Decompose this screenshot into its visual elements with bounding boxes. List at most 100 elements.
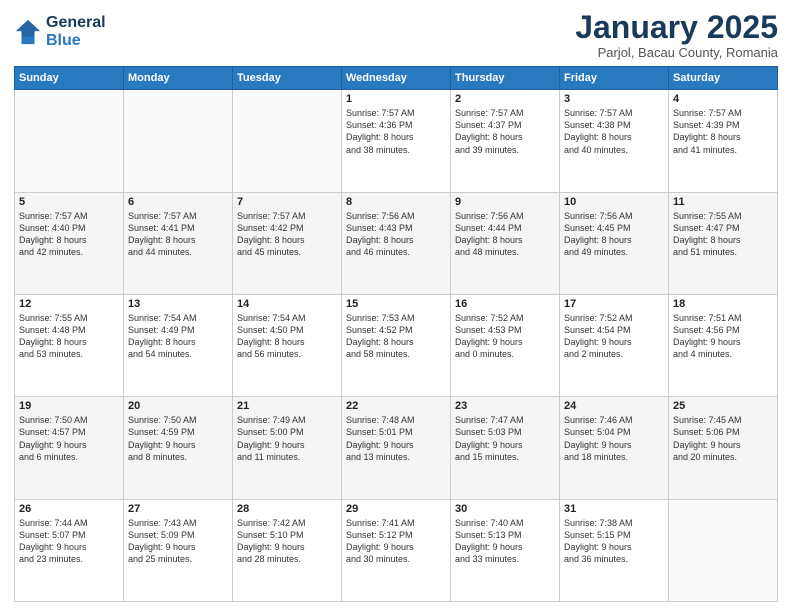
logo-general: General: [46, 14, 106, 32]
calendar-cell: 9Sunrise: 7:56 AM Sunset: 4:44 PM Daylig…: [451, 192, 560, 294]
calendar-cell: 7Sunrise: 7:57 AM Sunset: 4:42 PM Daylig…: [233, 192, 342, 294]
calendar-cell: 23 Sunrise: 7:47 AM Sunset: 5:03 PM Dayli…: [451, 397, 560, 499]
cell-date-number: 17: [564, 298, 664, 310]
cell-info-text: Sunrise: 7:52 AM Sunset: 4:53 PM Dayligh…: [455, 312, 555, 361]
cell-date-number: 24: [564, 400, 664, 412]
calendar-cell: 4Sunrise: 7:57 AM Sunset: 4:39 PM Daylig…: [669, 90, 778, 192]
cell-date-number: 22: [346, 400, 446, 412]
calendar-cell: 3Sunrise: 7:57 AM Sunset: 4:38 PM Daylig…: [560, 90, 669, 192]
cell-info-text: Sunrise: 7:56 AM Sunset: 4:43 PM Dayligh…: [346, 210, 446, 259]
logo-icon: [14, 18, 42, 46]
cell-info-text: Sunrise: 7:57 AM Sunset: 4:41 PM Dayligh…: [128, 210, 228, 259]
calendar-cell: 19Sunrise: 7:50 AM Sunset: 4:57 PM Dayli…: [15, 397, 124, 499]
cell-info-text: Sunrise: 7:48 AM Sunset: 5:01 PM Dayligh…: [346, 414, 446, 463]
col-header-saturday: Saturday: [669, 67, 778, 90]
cell-info-text: Sunrise: 7:56 AM Sunset: 4:45 PM Dayligh…: [564, 210, 664, 259]
cell-info-text: Sunrise: 7:46 AM Sunset: 5:04 PM Dayligh…: [564, 414, 664, 463]
week-row-2: 5 Sunrise: 7:57 AM Sunset: 4:40 PM Daylig…: [15, 192, 778, 294]
cell-date-number: 15: [346, 298, 446, 310]
calendar-cell: [15, 90, 124, 192]
cell-date-number: 11: [673, 196, 773, 208]
cell-info-text: Sunrise: 7:51 AM Sunset: 4:56 PM Dayligh…: [673, 312, 773, 361]
cell-info-text: Sunrise: 7:38 AM Sunset: 5:15 PM Dayligh…: [564, 517, 664, 566]
cell-info-text: Sunrise: 7:41 AM Sunset: 5:12 PM Dayligh…: [346, 517, 446, 566]
logo-blue: Blue: [46, 32, 106, 50]
calendar-cell: 15 Sunrise: 7:53 AM Sunset: 4:52 PM Dayli…: [342, 294, 451, 396]
week-row-3: 12Sunrise: 7:55 AM Sunset: 4:48 PM Dayli…: [15, 294, 778, 396]
cell-date-number: 21: [237, 400, 337, 412]
cell-date-number: 13: [128, 298, 228, 310]
cell-info-text: Sunrise: 7:57 AM Sunset: 4:39 PM Dayligh…: [673, 107, 773, 156]
cell-info-text: Sunrise: 7:54 AM Sunset: 4:50 PM Dayligh…: [237, 312, 337, 361]
calendar-cell: 5 Sunrise: 7:57 AM Sunset: 4:40 PM Daylig…: [15, 192, 124, 294]
calendar-cell: 22 Sunrise: 7:48 AM Sunset: 5:01 PM Dayli…: [342, 397, 451, 499]
cell-info-text: Sunrise: 7:42 AM Sunset: 5:10 PM Dayligh…: [237, 517, 337, 566]
calendar-cell: 21Sunrise: 7:49 AM Sunset: 5:00 PM Dayli…: [233, 397, 342, 499]
calendar-cell: [669, 499, 778, 601]
calendar-cell: 17 Sunrise: 7:52 AM Sunset: 4:54 PM Dayli…: [560, 294, 669, 396]
cell-info-text: Sunrise: 7:54 AM Sunset: 4:49 PM Dayligh…: [128, 312, 228, 361]
cell-date-number: 16: [455, 298, 555, 310]
cell-info-text: Sunrise: 7:50 AM Sunset: 4:59 PM Dayligh…: [128, 414, 228, 463]
calendar-cell: 18 Sunrise: 7:51 AM Sunset: 4:56 PM Dayli…: [669, 294, 778, 396]
calendar-header-row: SundayMondayTuesdayWednesdayThursdayFrid…: [15, 67, 778, 90]
cell-info-text: Sunrise: 7:47 AM Sunset: 5:03 PM Dayligh…: [455, 414, 555, 463]
calendar-cell: 28 Sunrise: 7:42 AM Sunset: 5:10 PM Dayli…: [233, 499, 342, 601]
cell-date-number: 30: [455, 503, 555, 515]
cell-date-number: 28: [237, 503, 337, 515]
cell-date-number: 23: [455, 400, 555, 412]
cell-info-text: Sunrise: 7:52 AM Sunset: 4:54 PM Dayligh…: [564, 312, 664, 361]
cell-date-number: 8: [346, 196, 446, 208]
calendar-cell: 11 Sunrise: 7:55 AM Sunset: 4:47 PM Dayli…: [669, 192, 778, 294]
cell-info-text: Sunrise: 7:57 AM Sunset: 4:40 PM Dayligh…: [19, 210, 119, 259]
subtitle: Parjol, Bacau County, Romania: [575, 45, 778, 60]
col-header-wednesday: Wednesday: [342, 67, 451, 90]
cell-date-number: 27: [128, 503, 228, 515]
calendar-cell: 1 Sunrise: 7:57 AM Sunset: 4:36 PM Daylig…: [342, 90, 451, 192]
calendar-cell: 12Sunrise: 7:55 AM Sunset: 4:48 PM Dayli…: [15, 294, 124, 396]
cell-date-number: 25: [673, 400, 773, 412]
cell-info-text: Sunrise: 7:57 AM Sunset: 4:37 PM Dayligh…: [455, 107, 555, 156]
cell-date-number: 29: [346, 503, 446, 515]
calendar-cell: 14 Sunrise: 7:54 AM Sunset: 4:50 PM Dayli…: [233, 294, 342, 396]
calendar-cell: [233, 90, 342, 192]
cell-info-text: Sunrise: 7:55 AM Sunset: 4:47 PM Dayligh…: [673, 210, 773, 259]
calendar-cell: 26Sunrise: 7:44 AM Sunset: 5:07 PM Dayli…: [15, 499, 124, 601]
calendar-cell: 20 Sunrise: 7:50 AM Sunset: 4:59 PM Dayli…: [124, 397, 233, 499]
col-header-sunday: Sunday: [15, 67, 124, 90]
cell-date-number: 20: [128, 400, 228, 412]
cell-date-number: 18: [673, 298, 773, 310]
cell-date-number: 9: [455, 196, 555, 208]
calendar-cell: 27 Sunrise: 7:43 AM Sunset: 5:09 PM Dayli…: [124, 499, 233, 601]
col-header-tuesday: Tuesday: [233, 67, 342, 90]
cell-info-text: Sunrise: 7:53 AM Sunset: 4:52 PM Dayligh…: [346, 312, 446, 361]
logo-text: General Blue: [46, 14, 106, 49]
week-row-5: 26Sunrise: 7:44 AM Sunset: 5:07 PM Dayli…: [15, 499, 778, 601]
cell-info-text: Sunrise: 7:57 AM Sunset: 4:36 PM Dayligh…: [346, 107, 446, 156]
calendar-cell: 29 Sunrise: 7:41 AM Sunset: 5:12 PM Dayli…: [342, 499, 451, 601]
cell-info-text: Sunrise: 7:44 AM Sunset: 5:07 PM Dayligh…: [19, 517, 119, 566]
title-block: January 2025 Parjol, Bacau County, Roman…: [575, 10, 778, 60]
week-row-1: 1 Sunrise: 7:57 AM Sunset: 4:36 PM Daylig…: [15, 90, 778, 192]
week-row-4: 19Sunrise: 7:50 AM Sunset: 4:57 PM Dayli…: [15, 397, 778, 499]
month-title: January 2025: [575, 10, 778, 45]
cell-date-number: 5: [19, 196, 119, 208]
page: General Blue January 2025 Parjol, Bacau …: [0, 0, 792, 612]
cell-info-text: Sunrise: 7:40 AM Sunset: 5:13 PM Dayligh…: [455, 517, 555, 566]
cell-date-number: 12: [19, 298, 119, 310]
calendar-table: SundayMondayTuesdayWednesdayThursdayFrid…: [14, 66, 778, 602]
header: General Blue January 2025 Parjol, Bacau …: [14, 10, 778, 60]
calendar-cell: 13 Sunrise: 7:54 AM Sunset: 4:49 PM Dayli…: [124, 294, 233, 396]
calendar-cell: 10 Sunrise: 7:56 AM Sunset: 4:45 PM Dayli…: [560, 192, 669, 294]
cell-info-text: Sunrise: 7:43 AM Sunset: 5:09 PM Dayligh…: [128, 517, 228, 566]
calendar-cell: 31Sunrise: 7:38 AM Sunset: 5:15 PM Dayli…: [560, 499, 669, 601]
cell-date-number: 14: [237, 298, 337, 310]
cell-date-number: 3: [564, 93, 664, 105]
col-header-thursday: Thursday: [451, 67, 560, 90]
col-header-monday: Monday: [124, 67, 233, 90]
calendar-cell: 8 Sunrise: 7:56 AM Sunset: 4:43 PM Daylig…: [342, 192, 451, 294]
logo: General Blue: [14, 14, 106, 49]
col-header-friday: Friday: [560, 67, 669, 90]
cell-date-number: 1: [346, 93, 446, 105]
cell-date-number: 10: [564, 196, 664, 208]
